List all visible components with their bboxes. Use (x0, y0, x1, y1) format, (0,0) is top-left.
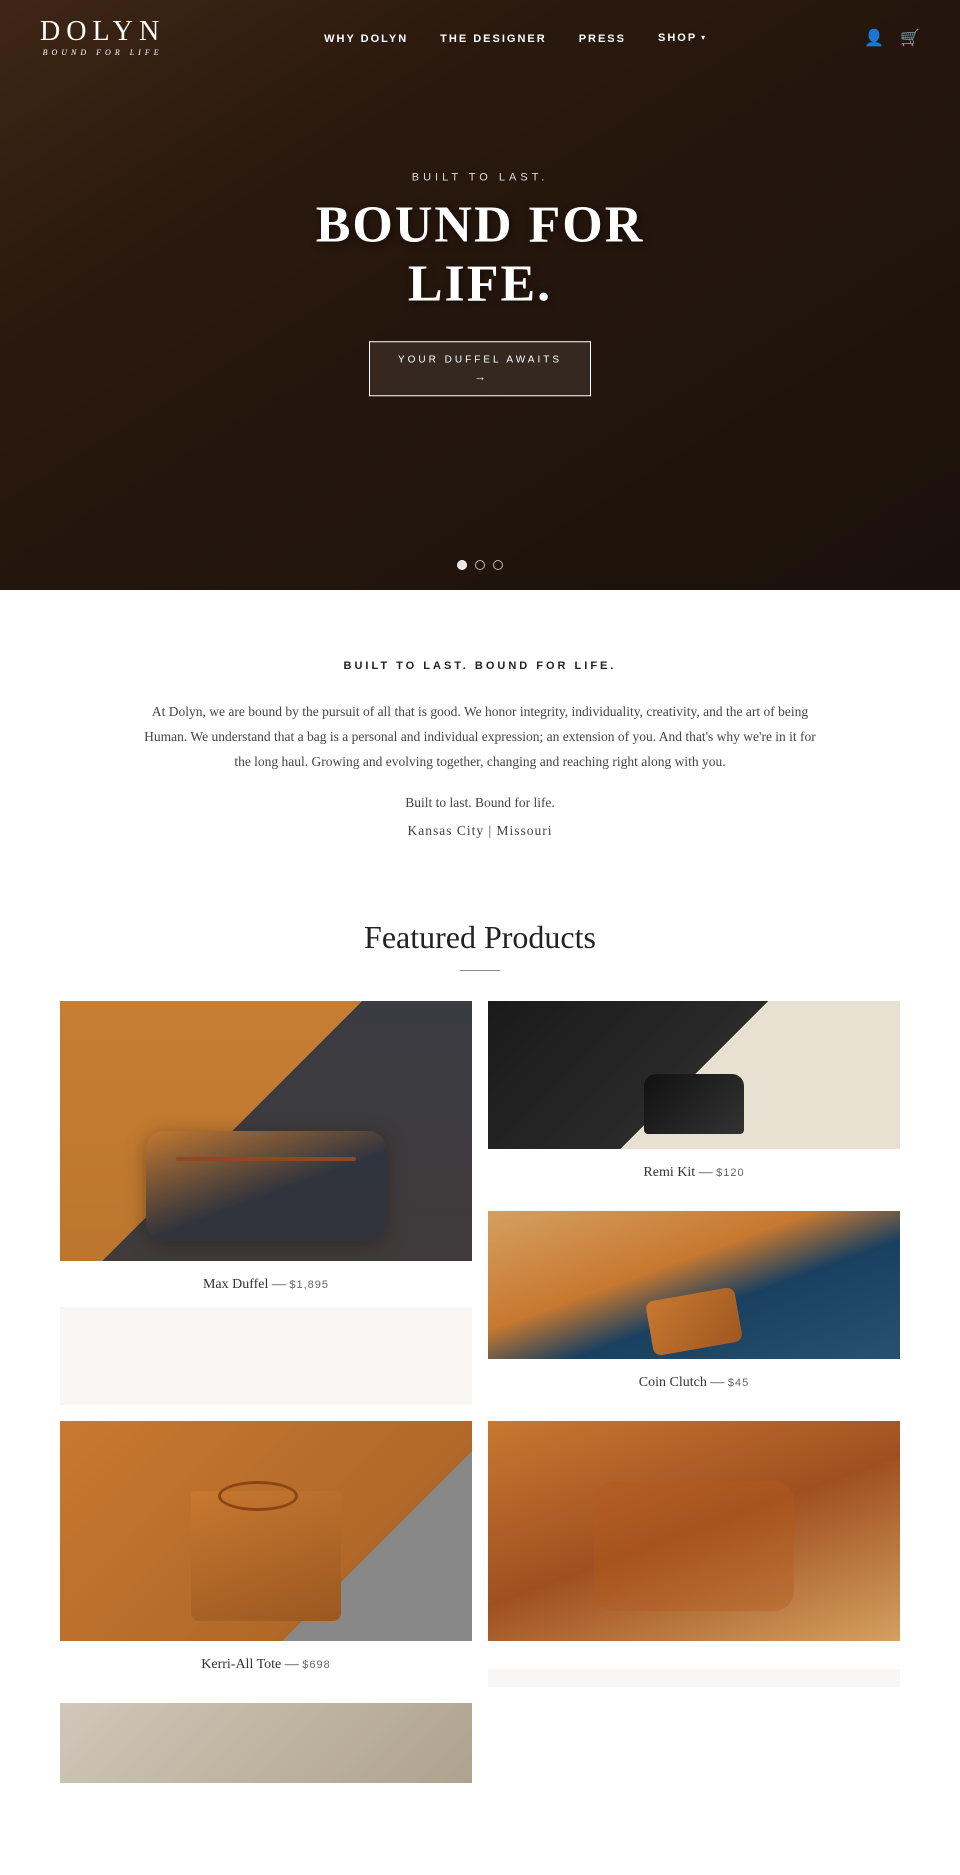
featured-products-section: Featured Products Max Duffel — $1,895 (0, 899, 960, 1824)
product-img-bg-coin-clutch (488, 1211, 900, 1359)
hero-cta-label: YOUR DUFFEL AWAITS (398, 354, 562, 365)
product-info-max-duffel: Max Duffel — $1,895 (60, 1261, 472, 1307)
nav-item-press[interactable]: PRESS (579, 33, 626, 45)
product-img-bg-brown-duffel (488, 1421, 900, 1641)
featured-title: Featured Products (60, 919, 900, 956)
product-info-brown-duffel (488, 1641, 900, 1669)
product-name-kerri-tote: Kerri-All Tote — (201, 1657, 302, 1672)
bag-handle (176, 1157, 356, 1161)
carousel-dot-2[interactable] (475, 560, 485, 570)
carousel-dot-1[interactable] (457, 560, 467, 570)
product-image-kerri-tote (60, 1421, 472, 1641)
nav-shop-label[interactable]: SHOP (658, 32, 697, 44)
product-card-brown-duffel[interactable] (488, 1421, 900, 1687)
brown-bag-shape (594, 1481, 794, 1611)
product-card-max-duffel[interactable]: Max Duffel — $1,895 (60, 1001, 472, 1405)
hero-title: BOUND FOR LIFE. (240, 195, 720, 313)
products-right-column: Remi Kit — $120 Coin Clutch — $45 (488, 1001, 900, 1405)
about-body: At Dolyn, we are bound by the pursuit of… (140, 700, 820, 775)
hero-content: BUILT TO LAST. BOUND FOR LIFE. YOUR DUFF… (240, 171, 720, 396)
clutch-shape (645, 1287, 743, 1357)
product-info-remi-kit: Remi Kit — $120 (488, 1149, 900, 1195)
bag-shape (146, 1131, 386, 1241)
product-image-remi-kit (488, 1001, 900, 1149)
product-image-brown-duffel (488, 1421, 900, 1641)
brand-logo[interactable]: DOLYN BOUND FOR LIFE (40, 18, 165, 57)
nav-item-why-dolyn[interactable]: WHY DOLYN (324, 33, 408, 45)
hero-section: DOLYN BOUND FOR LIFE WHY DOLYN THE DESIG… (0, 0, 960, 590)
user-icon[interactable]: 👤 (864, 28, 884, 48)
cart-icon[interactable]: 🛒 (900, 28, 920, 48)
product-card-coin-clutch[interactable]: Coin Clutch — $45 (488, 1211, 900, 1405)
product-price-kerri-tote: $698 (302, 1659, 330, 1671)
product-price-coin-clutch: $45 (728, 1377, 749, 1389)
partial-img-overlay-1 (60, 1703, 472, 1783)
product-info-kerri-tote: Kerri-All Tote — $698 (60, 1641, 472, 1687)
nav-icons: 👤 🛒 (864, 28, 920, 48)
product-card-kerri-tote[interactable]: Kerri-All Tote — $698 (60, 1421, 472, 1687)
nav-item-shop[interactable]: SHOP ▾ (658, 32, 705, 44)
featured-divider (460, 970, 500, 972)
hero-cta-button[interactable]: YOUR DUFFEL AWAITS → (369, 341, 591, 396)
nav-links: WHY DOLYN THE DESIGNER PRESS SHOP ▾ (324, 29, 705, 47)
product-card-partial-1[interactable] (60, 1703, 472, 1783)
about-section: BUILT TO LAST. BOUND FOR LIFE. At Dolyn,… (0, 590, 960, 899)
about-location: Kansas City | Missouri (140, 823, 820, 839)
main-nav: DOLYN BOUND FOR LIFE WHY DOLYN THE DESIG… (0, 0, 960, 75)
hero-cta-arrow: → (398, 369, 562, 383)
carousel-dot-3[interactable] (493, 560, 503, 570)
product-img-bg-max-duffel (60, 1001, 472, 1261)
tote-handle (218, 1481, 298, 1511)
product-price-remi-kit: $120 (716, 1167, 744, 1179)
product-price-max-duffel: $1,895 (289, 1279, 329, 1291)
nav-item-the-designer[interactable]: THE DESIGNER (440, 33, 547, 45)
product-card-remi-kit[interactable]: Remi Kit — $120 (488, 1001, 900, 1195)
products-partial-row (60, 1703, 900, 1783)
about-title: BUILT TO LAST. BOUND FOR LIFE. (140, 660, 820, 672)
products-top-grid: Max Duffel — $1,895 Remi Kit — $120 (60, 1001, 900, 1405)
product-info-coin-clutch: Coin Clutch — $45 (488, 1359, 900, 1405)
featured-header: Featured Products (60, 919, 900, 972)
product-image-max-duffel (60, 1001, 472, 1261)
products-bottom-grid: Kerri-All Tote — $698 (60, 1421, 900, 1687)
partial-img-1 (60, 1703, 472, 1783)
product-name-max-duffel: Max Duffel — (203, 1277, 289, 1292)
kit-shape (644, 1074, 744, 1134)
shop-dropdown-icon: ▾ (701, 33, 705, 42)
product-name-coin-clutch: Coin Clutch — (639, 1375, 728, 1390)
product-name-remi-kit: Remi Kit — (643, 1165, 716, 1180)
product-image-coin-clutch (488, 1211, 900, 1359)
logo-tagline: BOUND FOR LIFE (43, 48, 163, 57)
product-img-bg-remi-kit (488, 1001, 900, 1149)
hero-subtitle: BUILT TO LAST. (240, 171, 720, 183)
logo-name: DOLYN (40, 18, 165, 46)
hero-carousel-dots (457, 560, 503, 570)
about-tagline: Built to last. Bound for life. (140, 795, 820, 811)
product-img-bg-kerri-tote (60, 1421, 472, 1641)
